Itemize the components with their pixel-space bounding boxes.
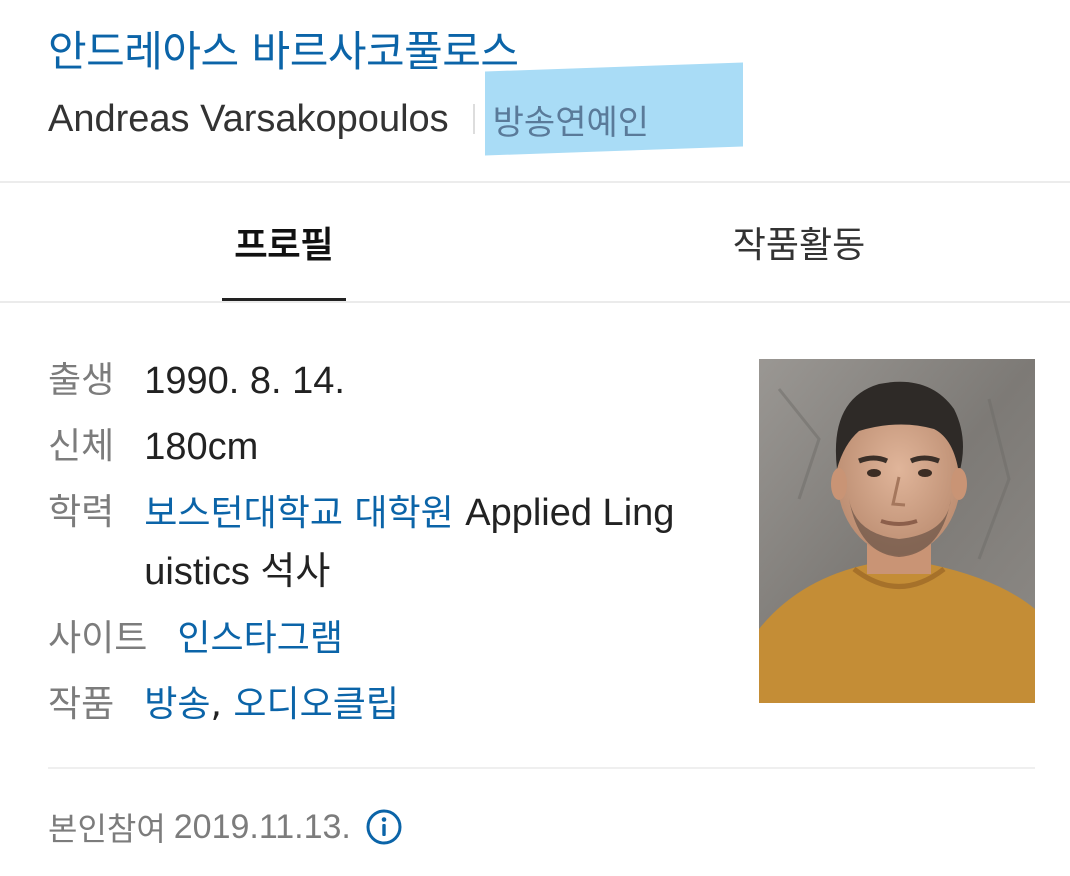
profile-info: 출생 1990. 8. 14. 신체 180cm 학력 보스턴대학교 대학원 A… xyxy=(48,352,728,742)
separator xyxy=(472,104,475,134)
comma: , xyxy=(210,684,234,725)
tab-works[interactable]: 작품활동 xyxy=(706,183,892,301)
english-name: Andreas Varsakopoulos xyxy=(48,97,449,140)
tab-bar: 프로필 작품활동 xyxy=(0,183,1070,301)
info-icon[interactable] xyxy=(365,808,403,846)
tab-profile[interactable]: 프로필 xyxy=(222,183,346,301)
person-title[interactable]: 안드레아스 바르사코풀로스 xyxy=(48,22,519,82)
info-row-education: 학력 보스턴대학교 대학원 Applied Ling uistics 석사 xyxy=(48,484,728,602)
birth-label: 출생 xyxy=(48,360,115,401)
occupation-label: 방송연예인 xyxy=(484,61,743,156)
broadcast-link[interactable]: 방송 xyxy=(144,684,210,725)
occupation-text: 방송연예인 xyxy=(492,102,650,143)
school-link[interactable]: 보스턴대학교 대학원 xyxy=(144,493,454,534)
self-participation-date: 2019.11.13. xyxy=(173,807,351,846)
divider xyxy=(0,301,1070,303)
works-label: 작품 xyxy=(48,684,115,725)
info-row-birth: 출생 1990. 8. 14. xyxy=(48,352,728,410)
self-participation-label: 본인참여 xyxy=(48,810,166,848)
birth-value: 1990. 8. 14. xyxy=(144,360,345,402)
instagram-link[interactable]: 인스타그램 xyxy=(177,610,343,668)
info-row-works: 작품 방송, 오디오클립 xyxy=(48,676,728,734)
works-value: 방송, 오디오클립 xyxy=(144,676,399,734)
body-label: 신체 xyxy=(48,426,115,467)
site-label: 사이트 xyxy=(48,618,148,659)
major-line1: Applied Ling xyxy=(465,492,675,534)
education-label: 학력 xyxy=(48,492,115,533)
profile-header: 안드레아스 바르사코풀로스 Andreas Varsakopoulos 방송연예… xyxy=(0,0,1070,182)
profile-photo[interactable] xyxy=(759,359,1035,703)
portrait-image xyxy=(759,359,1035,703)
info-row-site: 사이트 인스타그램 xyxy=(48,610,728,668)
subtitle-row: Andreas Varsakopoulos 방송연예인 xyxy=(48,61,743,156)
education-value: 보스턴대학교 대학원 Applied Ling uistics 석사 xyxy=(144,484,674,602)
audioclip-link[interactable]: 오디오클립 xyxy=(233,684,399,725)
divider xyxy=(48,767,1035,769)
body-value: 180cm xyxy=(144,426,259,468)
major-line2: uistics 석사 xyxy=(144,551,331,593)
self-participation-footer: 본인참여 2019.11.13. xyxy=(48,800,403,854)
info-row-body: 신체 180cm xyxy=(48,418,728,476)
